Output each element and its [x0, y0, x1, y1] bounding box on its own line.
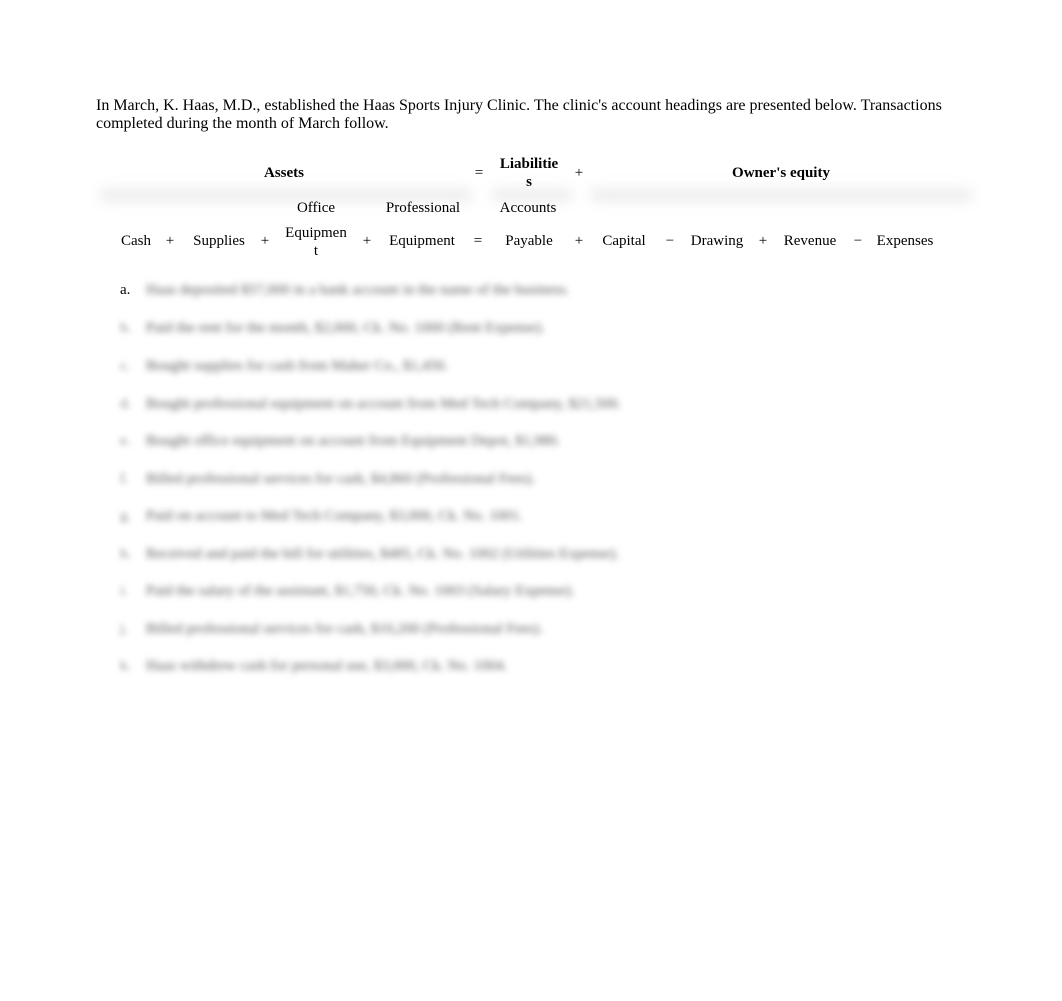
- item-label: c.: [120, 358, 131, 374]
- item-text: Bought professional equipment on account…: [146, 396, 622, 412]
- header-underline-equity: [590, 186, 972, 204]
- col-accounts-payable-top: Accounts: [499, 200, 557, 216]
- plus-sign: +: [574, 165, 584, 181]
- op-minus: −: [665, 233, 675, 249]
- item-text: Bought supplies for cash from Maher Co.,…: [146, 358, 449, 374]
- item-label: h.: [120, 546, 132, 562]
- intro-paragraph: In March, K. Haas, M.D., established the…: [96, 97, 942, 132]
- col-office-equipment-l1: Equipmen: [285, 225, 347, 241]
- item-label: k.: [120, 658, 132, 674]
- item-label: a.: [120, 282, 131, 298]
- col-office-equipment-l2: t: [313, 243, 319, 259]
- item-text: Haas withdrew cash for personal use, $3,…: [146, 658, 508, 674]
- group-assets: Assets: [264, 165, 304, 181]
- col-revenue: Revenue: [783, 233, 837, 249]
- item-text: Billed professional services for cash, $…: [146, 621, 543, 637]
- op-plus: +: [758, 233, 768, 249]
- op-plus: +: [165, 233, 175, 249]
- item-label: e.: [120, 433, 131, 449]
- op-equals: =: [473, 233, 483, 249]
- op-minus: −: [853, 233, 863, 249]
- group-owners-equity: Owner's equity: [732, 165, 830, 181]
- op-plus: +: [574, 233, 584, 249]
- col-expenses: Expenses: [876, 233, 934, 249]
- item-text: Haas deposited $57,000 in a bank account…: [146, 282, 570, 298]
- item-text: Paid on account to Med Tech Company, $3,…: [146, 508, 523, 524]
- col-drawing: Drawing: [690, 233, 744, 249]
- item-label: i.: [120, 583, 128, 599]
- item-label: f.: [120, 471, 129, 487]
- item-text: Billed professional services for cash, $…: [146, 471, 536, 487]
- item-label: g.: [120, 508, 132, 524]
- equals-sign: =: [474, 165, 484, 181]
- item-label: j.: [120, 621, 128, 637]
- item-text: Bought office equipment on account from …: [146, 433, 561, 449]
- col-cash: Cash: [121, 233, 151, 249]
- col-supplies: Supplies: [193, 233, 245, 249]
- group-liabilities-line2: s: [526, 174, 532, 190]
- item-text: Paid the rent for the month, $2,000, Ck.…: [146, 320, 545, 336]
- op-plus: +: [260, 233, 270, 249]
- item-text: Received and paid the bill for utilities…: [146, 546, 619, 562]
- item-label: b.: [120, 320, 132, 336]
- col-office-equipment-top: Office: [296, 200, 336, 216]
- col-accounts-payable: Payable: [505, 233, 553, 249]
- group-liabilities-line1: Liabilitie: [499, 156, 559, 172]
- col-capital: Capital: [602, 233, 646, 249]
- item-label: d.: [120, 396, 132, 412]
- op-plus: +: [362, 233, 372, 249]
- col-professional-equipment: Equipment: [389, 233, 455, 249]
- col-professional-equipment-top: Professional: [385, 200, 461, 216]
- item-text: Paid the salary of the assistant, $1,750…: [146, 583, 575, 599]
